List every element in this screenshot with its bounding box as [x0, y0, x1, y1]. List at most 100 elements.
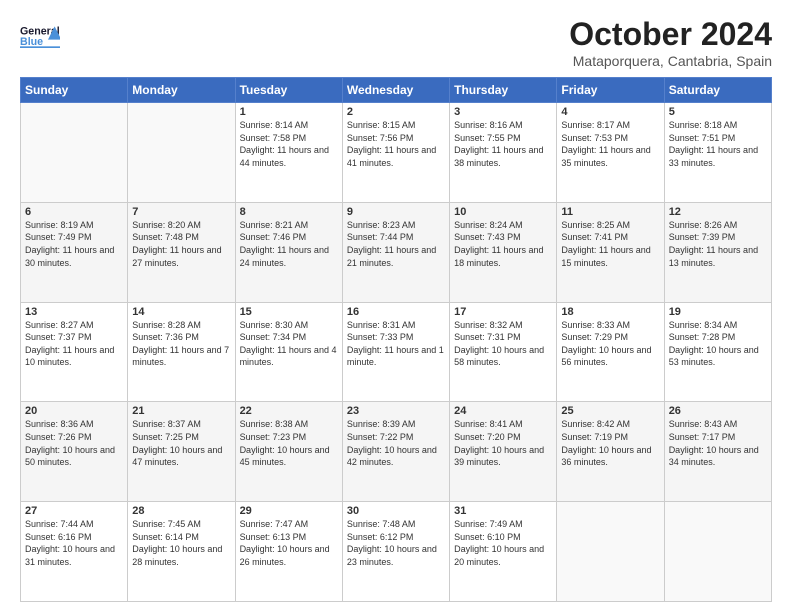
day-number: 28 [132, 505, 230, 517]
sunrise-text: Sunrise: 8:24 AM [454, 219, 552, 232]
daylight-text: Daylight: 11 hours and 33 minutes. [669, 144, 767, 169]
daylight-text: Daylight: 11 hours and 18 minutes. [454, 244, 552, 269]
sunset-text: Sunset: 7:23 PM [240, 431, 338, 444]
calendar-week-row: 6 Sunrise: 8:19 AM Sunset: 7:49 PM Dayli… [21, 202, 772, 302]
daylight-text: Daylight: 11 hours and 30 minutes. [25, 244, 123, 269]
day-number: 27 [25, 505, 123, 517]
col-monday: Monday [128, 78, 235, 103]
day-info: Sunrise: 8:25 AM Sunset: 7:41 PM Dayligh… [561, 219, 659, 269]
daylight-text: Daylight: 10 hours and 36 minutes. [561, 444, 659, 469]
location: Mataporquera, Cantabria, Spain [569, 53, 772, 69]
sunrise-text: Sunrise: 8:20 AM [132, 219, 230, 232]
sunrise-text: Sunrise: 8:37 AM [132, 418, 230, 431]
table-row: 9 Sunrise: 8:23 AM Sunset: 7:44 PM Dayli… [342, 202, 449, 302]
day-info: Sunrise: 8:26 AM Sunset: 7:39 PM Dayligh… [669, 219, 767, 269]
day-number: 22 [240, 405, 338, 417]
day-info: Sunrise: 8:18 AM Sunset: 7:51 PM Dayligh… [669, 119, 767, 169]
sunrise-text: Sunrise: 8:23 AM [347, 219, 445, 232]
daylight-text: Daylight: 11 hours and 7 minutes. [132, 344, 230, 369]
sunrise-text: Sunrise: 7:49 AM [454, 518, 552, 531]
sunset-text: Sunset: 7:17 PM [669, 431, 767, 444]
day-info: Sunrise: 8:21 AM Sunset: 7:46 PM Dayligh… [240, 219, 338, 269]
sunrise-text: Sunrise: 8:32 AM [454, 319, 552, 332]
day-info: Sunrise: 8:24 AM Sunset: 7:43 PM Dayligh… [454, 219, 552, 269]
sunrise-text: Sunrise: 7:45 AM [132, 518, 230, 531]
day-number: 6 [25, 206, 123, 218]
daylight-text: Daylight: 11 hours and 44 minutes. [240, 144, 338, 169]
day-number: 18 [561, 306, 659, 318]
sunset-text: Sunset: 7:25 PM [132, 431, 230, 444]
daylight-text: Daylight: 10 hours and 23 minutes. [347, 543, 445, 568]
col-friday: Friday [557, 78, 664, 103]
day-number: 24 [454, 405, 552, 417]
day-info: Sunrise: 8:14 AM Sunset: 7:58 PM Dayligh… [240, 119, 338, 169]
sunrise-text: Sunrise: 8:25 AM [561, 219, 659, 232]
page: General Blue October 2024 Mataporquera, … [0, 0, 792, 612]
day-number: 21 [132, 405, 230, 417]
daylight-text: Daylight: 10 hours and 39 minutes. [454, 444, 552, 469]
day-number: 14 [132, 306, 230, 318]
logo-icon: General Blue [20, 16, 60, 56]
table-row: 30 Sunrise: 7:48 AM Sunset: 6:12 PM Dayl… [342, 502, 449, 602]
sunrise-text: Sunrise: 8:43 AM [669, 418, 767, 431]
sunrise-text: Sunrise: 8:17 AM [561, 119, 659, 132]
col-saturday: Saturday [664, 78, 771, 103]
day-number: 15 [240, 306, 338, 318]
day-number: 9 [347, 206, 445, 218]
sunset-text: Sunset: 7:33 PM [347, 331, 445, 344]
sunrise-text: Sunrise: 7:48 AM [347, 518, 445, 531]
table-row: 10 Sunrise: 8:24 AM Sunset: 7:43 PM Dayl… [450, 202, 557, 302]
daylight-text: Daylight: 10 hours and 26 minutes. [240, 543, 338, 568]
sunset-text: Sunset: 7:55 PM [454, 132, 552, 145]
table-row: 8 Sunrise: 8:21 AM Sunset: 7:46 PM Dayli… [235, 202, 342, 302]
table-row: 28 Sunrise: 7:45 AM Sunset: 6:14 PM Dayl… [128, 502, 235, 602]
day-number: 11 [561, 206, 659, 218]
table-row: 15 Sunrise: 8:30 AM Sunset: 7:34 PM Dayl… [235, 302, 342, 402]
sunset-text: Sunset: 7:44 PM [347, 231, 445, 244]
month-title: October 2024 [569, 16, 772, 53]
sunrise-text: Sunrise: 8:31 AM [347, 319, 445, 332]
table-row: 26 Sunrise: 8:43 AM Sunset: 7:17 PM Dayl… [664, 402, 771, 502]
table-row: 2 Sunrise: 8:15 AM Sunset: 7:56 PM Dayli… [342, 103, 449, 203]
sunrise-text: Sunrise: 8:38 AM [240, 418, 338, 431]
daylight-text: Daylight: 11 hours and 13 minutes. [669, 244, 767, 269]
day-number: 3 [454, 106, 552, 118]
sunrise-text: Sunrise: 8:18 AM [669, 119, 767, 132]
day-number: 5 [669, 106, 767, 118]
sunset-text: Sunset: 7:29 PM [561, 331, 659, 344]
day-info: Sunrise: 8:42 AM Sunset: 7:19 PM Dayligh… [561, 418, 659, 468]
day-info: Sunrise: 7:44 AM Sunset: 6:16 PM Dayligh… [25, 518, 123, 568]
col-thursday: Thursday [450, 78, 557, 103]
table-row: 5 Sunrise: 8:18 AM Sunset: 7:51 PM Dayli… [664, 103, 771, 203]
day-number: 12 [669, 206, 767, 218]
day-info: Sunrise: 8:41 AM Sunset: 7:20 PM Dayligh… [454, 418, 552, 468]
day-info: Sunrise: 8:15 AM Sunset: 7:56 PM Dayligh… [347, 119, 445, 169]
day-info: Sunrise: 8:17 AM Sunset: 7:53 PM Dayligh… [561, 119, 659, 169]
sunset-text: Sunset: 7:53 PM [561, 132, 659, 145]
sunrise-text: Sunrise: 8:33 AM [561, 319, 659, 332]
daylight-text: Daylight: 10 hours and 42 minutes. [347, 444, 445, 469]
sunset-text: Sunset: 7:20 PM [454, 431, 552, 444]
day-number: 2 [347, 106, 445, 118]
table-row: 22 Sunrise: 8:38 AM Sunset: 7:23 PM Dayl… [235, 402, 342, 502]
day-number: 13 [25, 306, 123, 318]
table-row: 24 Sunrise: 8:41 AM Sunset: 7:20 PM Dayl… [450, 402, 557, 502]
sunset-text: Sunset: 6:12 PM [347, 531, 445, 544]
table-row [21, 103, 128, 203]
daylight-text: Daylight: 11 hours and 27 minutes. [132, 244, 230, 269]
sunrise-text: Sunrise: 8:41 AM [454, 418, 552, 431]
table-row: 13 Sunrise: 8:27 AM Sunset: 7:37 PM Dayl… [21, 302, 128, 402]
daylight-text: Daylight: 10 hours and 56 minutes. [561, 344, 659, 369]
sunrise-text: Sunrise: 8:26 AM [669, 219, 767, 232]
sunset-text: Sunset: 7:48 PM [132, 231, 230, 244]
sunrise-text: Sunrise: 8:27 AM [25, 319, 123, 332]
calendar-week-row: 27 Sunrise: 7:44 AM Sunset: 6:16 PM Dayl… [21, 502, 772, 602]
table-row: 3 Sunrise: 8:16 AM Sunset: 7:55 PM Dayli… [450, 103, 557, 203]
day-info: Sunrise: 8:30 AM Sunset: 7:34 PM Dayligh… [240, 319, 338, 369]
day-info: Sunrise: 8:32 AM Sunset: 7:31 PM Dayligh… [454, 319, 552, 369]
daylight-text: Daylight: 10 hours and 45 minutes. [240, 444, 338, 469]
sunset-text: Sunset: 6:14 PM [132, 531, 230, 544]
day-number: 16 [347, 306, 445, 318]
svg-text:Blue: Blue [20, 36, 43, 48]
sunrise-text: Sunrise: 8:15 AM [347, 119, 445, 132]
